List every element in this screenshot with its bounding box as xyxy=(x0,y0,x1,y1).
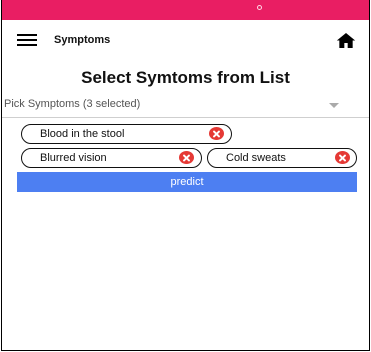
status-indicator-icon xyxy=(257,5,262,10)
page-title: Select Symtoms from List xyxy=(81,68,290,87)
caret-down-icon xyxy=(329,103,339,108)
close-circle-icon[interactable] xyxy=(209,127,224,140)
symptom-picker-dropdown[interactable]: Pick Symptoms (3 selected) xyxy=(2,92,369,118)
symptom-chip: Blurred vision xyxy=(21,148,202,168)
hamburger-menu-icon[interactable] xyxy=(17,34,37,46)
app-screen: Symptoms Select Symtoms from List Pick S… xyxy=(1,0,370,351)
close-circle-icon[interactable] xyxy=(179,151,194,164)
chip-label: Blurred vision xyxy=(40,152,107,164)
app-bar-title: Symptoms xyxy=(54,34,111,46)
symptom-chip: Cold sweats xyxy=(207,148,357,168)
picker-label: Pick Symptoms (3 selected) xyxy=(4,98,141,110)
chip-label: Blood in the stool xyxy=(40,128,125,140)
home-icon[interactable] xyxy=(336,32,356,49)
chip-label: Cold sweats xyxy=(226,152,286,164)
close-circle-icon[interactable] xyxy=(335,151,350,164)
app-bar: Symptoms xyxy=(2,20,369,62)
status-bar xyxy=(2,0,369,20)
predict-button[interactable]: predict xyxy=(17,172,357,192)
symptom-chip: Blood in the stool xyxy=(21,124,232,144)
